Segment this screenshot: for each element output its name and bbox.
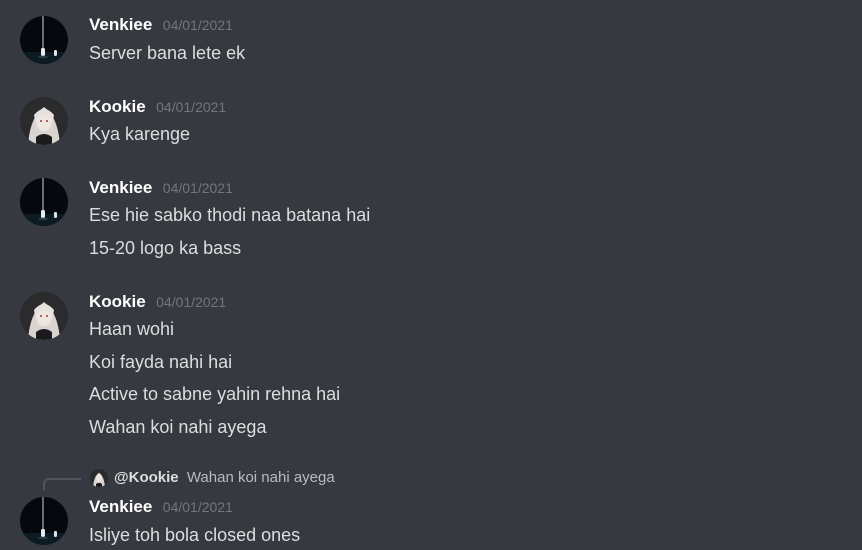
- message-text: Isliye toh bola closed ones: [89, 525, 301, 545]
- venkiee-avatar[interactable]: [20, 497, 68, 545]
- kookie-avatar-icon: [90, 469, 108, 487]
- message-header: Venkiee 04/01/2021: [89, 497, 233, 517]
- message-text: Wahan koi nahi ayega: [89, 417, 267, 437]
- message-timestamp[interactable]: 04/01/2021: [163, 499, 233, 515]
- venkiee-avatar[interactable]: [20, 16, 68, 64]
- message-text: Kya karenge: [89, 124, 191, 144]
- message-text: 15-20 logo ka bass: [89, 238, 242, 258]
- message-text: Haan wohi: [89, 319, 175, 339]
- author-name[interactable]: Venkiee: [89, 15, 152, 34]
- venkiee-avatar[interactable]: [20, 178, 68, 226]
- message-timestamp[interactable]: 04/01/2021: [156, 99, 226, 115]
- message-text: Koi fayda nahi hai: [89, 352, 233, 372]
- reply-mention[interactable]: @Kookie: [114, 469, 179, 486]
- kookie-avatar[interactable]: [20, 292, 68, 340]
- kookie-avatar[interactable]: [20, 97, 68, 145]
- message-header: Venkiee 04/01/2021: [89, 15, 233, 35]
- message-text: Ese hie sabko thodi naa batana hai: [89, 205, 371, 225]
- message-header: Kookie 04/01/2021: [89, 292, 226, 312]
- message-text: Active to sabne yahin rehna hai: [89, 384, 341, 404]
- reply-preview-text[interactable]: Wahan koi nahi ayega: [187, 469, 335, 486]
- venkiee-avatar-icon: [20, 178, 68, 226]
- author-name[interactable]: Kookie: [89, 97, 146, 116]
- message-timestamp[interactable]: 04/01/2021: [163, 180, 233, 196]
- author-name[interactable]: Venkiee: [89, 178, 152, 197]
- kookie-avatar-icon: [20, 97, 68, 145]
- chat-message-list: Venkiee 04/01/2021 Server bana lete ek K…: [0, 0, 862, 550]
- reply-connector: [43, 478, 81, 490]
- message-timestamp[interactable]: 04/01/2021: [163, 17, 233, 33]
- reply-preview[interactable]: @Kookie Wahan koi nahi ayega: [114, 469, 335, 486]
- author-name[interactable]: Venkiee: [89, 497, 152, 516]
- message-timestamp[interactable]: 04/01/2021: [156, 294, 226, 310]
- kookie-avatar-icon: [20, 292, 68, 340]
- venkiee-avatar-icon: [20, 16, 68, 64]
- message-header: Kookie 04/01/2021: [89, 97, 226, 117]
- venkiee-avatar-icon: [20, 497, 68, 545]
- reply-kookie-avatar[interactable]: [90, 469, 108, 487]
- author-name[interactable]: Kookie: [89, 292, 146, 311]
- message-text: Server bana lete ek: [89, 43, 246, 63]
- message-header: Venkiee 04/01/2021: [89, 178, 233, 198]
